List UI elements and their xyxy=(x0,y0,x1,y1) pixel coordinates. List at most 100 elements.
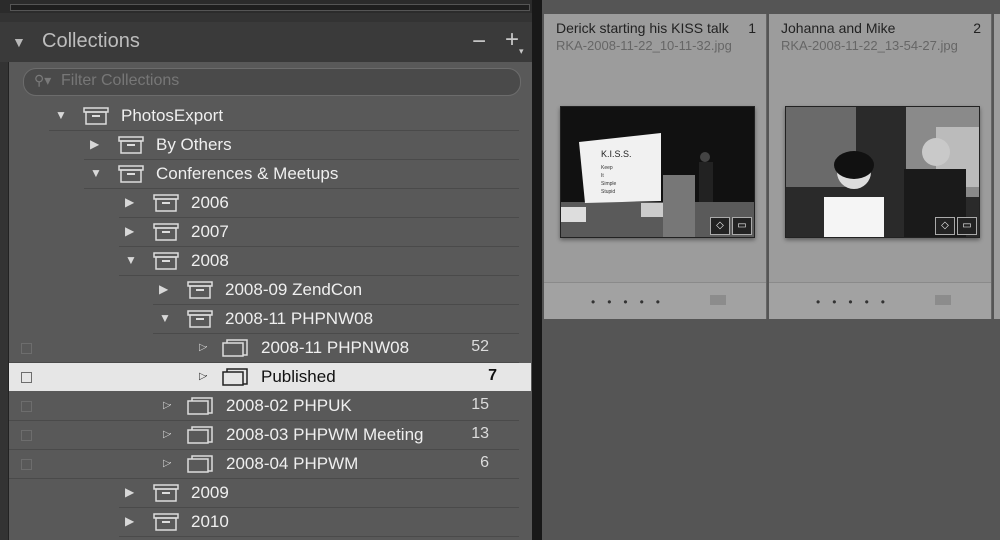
expand-triangle-icon[interactable]: ▶ xyxy=(125,485,134,499)
photo-filename: RKA-2008-11-22_13-54-27.jpg xyxy=(781,38,958,53)
collection-icon xyxy=(187,455,213,473)
photo-count: 15 xyxy=(471,396,489,413)
collection-icon xyxy=(222,339,248,357)
photo-index: 1 xyxy=(748,20,756,36)
smart-disclosure-icon: ▷⋅ xyxy=(163,429,172,440)
collection-set-icon xyxy=(187,310,213,328)
tree-label: 2008-04 PHPWM xyxy=(226,454,359,473)
grid-view: Derick starting his KISS talk RKA-2008-1… xyxy=(542,0,1000,540)
tree-label: 2008 xyxy=(191,251,229,270)
publish-checkbox[interactable] xyxy=(21,459,32,470)
photo-filename: RKA-2008-11-22_10-11-32.jpg xyxy=(556,38,732,53)
tree-row-published[interactable]: ▷⋅ Published 7 xyxy=(9,363,531,391)
tree-label: PhotosExport xyxy=(121,106,224,125)
photo-count: 13 xyxy=(471,425,489,442)
collection-icon xyxy=(187,426,213,444)
grid-cell-partial[interactable] xyxy=(994,14,1000,319)
smart-disclosure-icon: ▷⋅ xyxy=(163,400,172,411)
photo-thumbnail[interactable]: ◇ ▭ xyxy=(785,106,980,238)
keyword-badge-icon[interactable]: ◇ xyxy=(710,217,730,235)
tree-label: 2008-11 PHPNW08 xyxy=(261,338,410,357)
tree-label: 2008-09 ZendCon xyxy=(225,280,363,299)
tree-row-conferences[interactable]: ▼ Conferences & Meetups xyxy=(84,160,519,189)
collection-set-icon xyxy=(118,165,144,183)
expand-triangle-icon[interactable]: ▶ xyxy=(125,514,134,528)
collections-panel-header[interactable]: ▼ Collections − + ▾ xyxy=(0,22,540,62)
add-collection-button[interactable]: + ▾ xyxy=(505,26,524,56)
color-label-swatch[interactable] xyxy=(935,295,951,305)
tree-label: 2010 xyxy=(191,512,229,531)
collection-icon xyxy=(187,397,213,415)
expand-triangle-icon[interactable]: ▶ xyxy=(90,137,99,151)
tree-row-2008[interactable]: ▼ 2008 xyxy=(119,247,519,276)
publish-checkbox[interactable] xyxy=(21,343,32,354)
tree-row-2007[interactable]: ▶ 2007 xyxy=(119,218,519,247)
tree-row-2006[interactable]: ▶ 2006 xyxy=(119,189,519,218)
expand-triangle-icon[interactable]: ▶ xyxy=(125,224,134,238)
collections-tree: ⚲▾ Filter Collections ▼ PhotosExport ▶ B… xyxy=(8,62,534,540)
filter-collections-field[interactable]: ⚲▾ Filter Collections xyxy=(23,68,521,96)
collection-set-icon xyxy=(153,223,179,241)
tree-row-by-others[interactable]: ▶ By Others xyxy=(84,131,519,160)
expand-triangle-icon[interactable]: ▼ xyxy=(90,166,102,180)
tree-label: 2006 xyxy=(191,193,229,212)
collapse-triangle-icon[interactable]: ▼ xyxy=(12,34,26,50)
photo-count: 52 xyxy=(471,338,489,355)
tree-label: 2008-02 PHPUK xyxy=(226,396,352,415)
photo-count: 6 xyxy=(480,454,489,471)
photo-count: 7 xyxy=(488,367,497,384)
photo-title: Johanna and Mike xyxy=(781,20,896,36)
slide-line: Keep xyxy=(601,165,613,171)
collection-set-icon xyxy=(118,136,144,154)
rating-dots[interactable]: ••••• xyxy=(591,295,672,309)
tree-row-phpuk[interactable]: ▷⋅ 2008-02 PHPUK 15 xyxy=(9,392,519,421)
expand-triangle-icon[interactable]: ▼ xyxy=(55,108,67,122)
remove-collection-button[interactable]: − xyxy=(472,28,486,56)
color-label-swatch[interactable] xyxy=(710,295,726,305)
smart-disclosure-icon: ▷⋅ xyxy=(199,371,208,382)
tree-row-zendcon[interactable]: ▶ 2008-09 ZendCon xyxy=(153,276,519,305)
left-panel: ▼ Collections − + ▾ ⚲▾ Filter Collections… xyxy=(0,0,540,540)
expand-triangle-icon[interactable]: ▼ xyxy=(125,253,137,267)
top-scroll-bar[interactable] xyxy=(0,0,540,13)
publish-checkbox[interactable] xyxy=(21,430,32,441)
tree-row-phpwm-meeting[interactable]: ▷⋅ 2008-03 PHPWM Meeting 13 xyxy=(9,421,519,450)
collection-badge-icon[interactable]: ▭ xyxy=(732,217,752,235)
filter-placeholder: Filter Collections xyxy=(61,72,180,89)
slide-line: Simple xyxy=(601,181,617,187)
collection-set-icon xyxy=(153,252,179,270)
tree-row-phpwm[interactable]: ▷⋅ 2008-04 PHPWM 6 xyxy=(9,450,519,479)
grid-cell[interactable]: Johanna and Mike RKA-2008-11-22_13-54-27… xyxy=(769,14,992,319)
publish-checkbox[interactable] xyxy=(21,372,32,383)
expand-triangle-icon[interactable]: ▶ xyxy=(125,195,134,209)
tree-row-phpnw08-set[interactable]: ▼ 2008-11 PHPNW08 xyxy=(153,305,519,334)
panel-divider[interactable] xyxy=(532,0,542,540)
tree-row-phpnw08-collection[interactable]: ▷⋅ 2008-11 PHPNW08 52 xyxy=(9,334,519,363)
photo-index: 2 xyxy=(973,20,981,36)
tree-label: Conferences & Meetups xyxy=(156,164,339,183)
grid-cell[interactable]: Derick starting his KISS talk RKA-2008-1… xyxy=(544,14,767,319)
collection-badge-icon[interactable]: ▭ xyxy=(957,217,977,235)
tree-row-photosexport[interactable]: ▼ PhotosExport xyxy=(49,102,519,131)
cell-footer: ••••• xyxy=(544,282,766,319)
photo-title: Derick starting his KISS talk xyxy=(556,20,729,36)
expand-triangle-icon[interactable]: ▼ xyxy=(159,311,171,325)
tree-label: Published xyxy=(261,367,336,386)
publish-checkbox[interactable] xyxy=(21,401,32,412)
photo-thumbnail[interactable]: K.I.S.S. Keep It Simple Stupid ◇ ▭ xyxy=(560,106,755,238)
rating-dots[interactable]: ••••• xyxy=(816,295,897,309)
tree-label: 2008-11 PHPNW08 xyxy=(225,309,374,328)
collection-set-icon xyxy=(153,513,179,531)
slide-line: K.I.S.S. xyxy=(601,149,632,159)
tree-row-2009[interactable]: ▶ 2009 xyxy=(119,479,519,508)
tree-label: 2009 xyxy=(191,483,229,502)
tree-label: 2007 xyxy=(191,222,229,241)
tree-row-2010[interactable]: ▶ 2010 xyxy=(119,508,519,537)
keyword-badge-icon[interactable]: ◇ xyxy=(935,217,955,235)
collection-icon xyxy=(222,368,248,386)
expand-triangle-icon[interactable]: ▶ xyxy=(159,282,168,296)
search-icon: ⚲▾ xyxy=(34,72,52,88)
slide-line: Stupid xyxy=(601,189,615,195)
plus-dropdown-icon: ▾ xyxy=(519,46,524,56)
smart-disclosure-icon: ▷⋅ xyxy=(199,342,208,353)
